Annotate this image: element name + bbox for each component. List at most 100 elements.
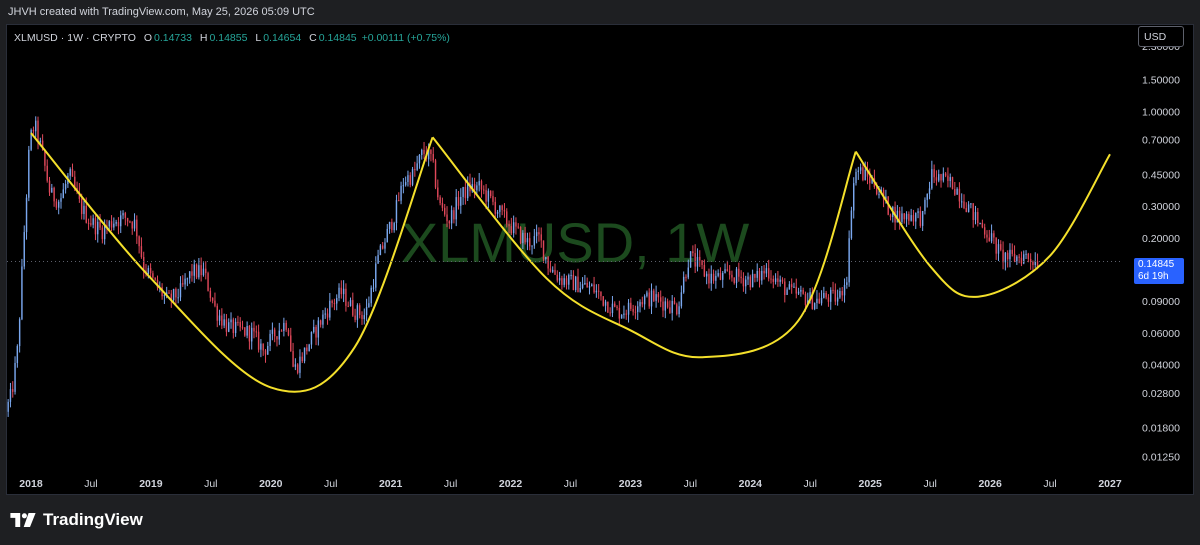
candle-body (80, 198, 83, 214)
candle-body (241, 327, 244, 329)
price-tick-label: 0.20000 (1142, 233, 1180, 245)
candle-body (444, 207, 446, 215)
currency-button[interactable]: USD (1138, 26, 1184, 47)
candle-body (473, 184, 476, 191)
candle-body (630, 302, 632, 309)
candle-body (85, 205, 87, 223)
candle-body (400, 185, 402, 201)
candle-body (363, 315, 366, 320)
candle-body (117, 222, 120, 227)
time-tick-label: Jul (684, 478, 697, 490)
candle-body (901, 213, 903, 222)
candle-body (813, 303, 816, 310)
candle-body (855, 171, 857, 184)
legend-interval[interactable]: 1W (67, 32, 83, 44)
candle-body (501, 205, 503, 210)
candle-body (381, 245, 384, 249)
time-tick-label: Jul (84, 478, 97, 490)
candle-body (995, 237, 997, 254)
candle-body (83, 205, 85, 214)
candle-body (761, 270, 763, 281)
candle-body (574, 276, 577, 291)
candle-body (551, 269, 554, 272)
candle-body (25, 197, 28, 233)
candle-body (103, 225, 106, 240)
candle-body (308, 344, 310, 352)
price-tick-label: 0.02800 (1142, 388, 1180, 400)
candle-body (53, 187, 55, 202)
candle-body (581, 284, 584, 289)
candle-body (225, 319, 228, 332)
candle-body (517, 226, 519, 228)
candle-body (1027, 253, 1030, 259)
price-chart[interactable]: XLMUSD, 1W 2.300001.500001.000000.700000… (0, 0, 1200, 545)
candle-body (147, 268, 150, 275)
candle-body (850, 210, 853, 239)
candle-body (719, 273, 722, 280)
candle-body (839, 291, 841, 298)
candle-body (1000, 244, 1002, 250)
candle-body (126, 217, 129, 222)
candle-body (253, 327, 255, 332)
time-tick-label: 2022 (499, 478, 523, 490)
candle-body (358, 305, 361, 315)
cycle-curve[interactable] (30, 132, 434, 393)
price-axis[interactable]: 2.300001.500001.000000.700000.450000.300… (1142, 41, 1180, 463)
candle-body (12, 389, 14, 392)
candle-body (269, 333, 271, 346)
candle-body (988, 237, 990, 242)
candle-body (1032, 261, 1034, 266)
candle-body (669, 307, 671, 313)
candle-body (570, 274, 572, 276)
time-axis[interactable]: 2018 Jul 2019 Jul 2020 Jul 2021 Jul 2022 Jul 2023 J… (19, 478, 1122, 490)
candle-body (184, 278, 186, 285)
candle-body (853, 183, 855, 211)
candle-body (940, 174, 942, 181)
candle-body (379, 245, 382, 256)
candle-body (655, 294, 657, 301)
candle-body (614, 303, 616, 307)
candle-body (708, 273, 710, 284)
candle-body (526, 238, 529, 243)
candle-body (131, 222, 133, 229)
candle-body (935, 177, 938, 181)
candle-body (202, 268, 205, 276)
candle-body (372, 287, 375, 289)
candle-body (273, 329, 276, 337)
candle-body (62, 189, 65, 199)
candle-body (607, 301, 609, 313)
candle-body (393, 223, 395, 231)
legend-symbol[interactable]: XLMUSD (14, 32, 58, 44)
time-tick-label: Jul (444, 478, 457, 490)
candle-body (377, 255, 379, 264)
candle-body (294, 364, 297, 367)
legend-dot-2: · (86, 32, 90, 44)
candle-body (345, 288, 347, 306)
candle-body (772, 278, 775, 282)
candle-body (322, 314, 324, 325)
candle-body (825, 292, 827, 298)
candle-body (625, 313, 627, 315)
candle-body (795, 286, 797, 294)
candle-body (368, 303, 370, 308)
candle-body (218, 315, 221, 321)
candle-body (448, 221, 451, 224)
candle-body (1018, 256, 1020, 258)
candle-body (182, 283, 184, 285)
candle-body (416, 163, 418, 170)
candle-body (439, 197, 441, 204)
candle-body (1013, 253, 1016, 262)
candle-body (908, 213, 910, 221)
candle-body (620, 314, 623, 319)
legend-close: 0.14845 (318, 32, 357, 44)
candle-body (653, 290, 655, 301)
candle-body (1025, 253, 1027, 255)
candle-body (457, 197, 460, 206)
candle-body (21, 266, 23, 320)
candle-body (763, 270, 765, 274)
candle-body (186, 278, 189, 280)
candle-body (430, 149, 432, 154)
candle-body (326, 313, 329, 318)
candle-body (924, 199, 926, 211)
candle-body (584, 282, 586, 285)
